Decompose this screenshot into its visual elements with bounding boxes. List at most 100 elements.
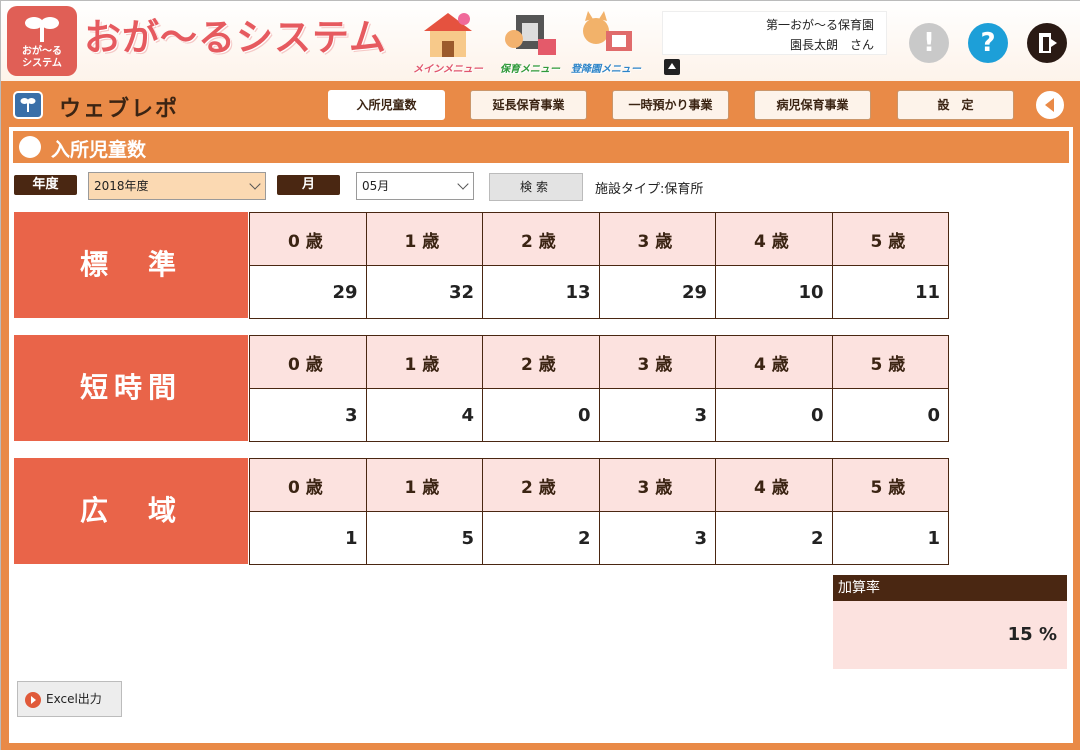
attendance-menu-button[interactable]: 登降園メニュー — [567, 9, 645, 75]
circle-icon — [19, 136, 41, 158]
age-header: 2 歳 — [482, 335, 600, 389]
age-header-row: 0 歳 1 歳 2 歳 3 歳 4 歳 5 歳 — [249, 335, 949, 389]
age-header: 0 歳 — [249, 458, 367, 512]
count-cell: 29 — [249, 265, 367, 319]
user-info: 第一おが～る保育園 園長太朗 さん — [662, 11, 887, 55]
count-cell: 3 — [249, 388, 367, 442]
age-header: 3 歳 — [598, 212, 716, 266]
age-header: 2 歳 — [482, 212, 600, 266]
collapse-header-button[interactable] — [664, 59, 680, 75]
count-cell: 29 — [598, 265, 716, 319]
main-menu-label: メインメニュー — [413, 64, 483, 75]
logout-icon[interactable] — [1027, 23, 1067, 63]
category-label: 短時間 — [14, 335, 248, 441]
age-header: 4 歳 — [715, 458, 833, 512]
subnav-title: ウェブレポ — [59, 97, 180, 122]
tab-sick-child-care[interactable]: 病児保育事業 — [754, 90, 871, 120]
logo-text: おが～る システム — [22, 46, 62, 69]
category-label: 広 域 — [14, 458, 248, 564]
age-header: 2 歳 — [482, 458, 600, 512]
count-row: 29 32 13 29 10 11 — [249, 265, 949, 319]
tab-enrolled-children[interactable]: 入所児童数 — [328, 90, 445, 120]
count-cell: 1 — [831, 511, 949, 565]
nursery-menu-label: 保育メニュー — [500, 64, 560, 75]
cat-camera-icon — [583, 11, 632, 51]
age-header: 5 歳 — [831, 458, 949, 512]
calendar-child-icon — [505, 15, 556, 55]
excel-export-button[interactable]: Excel出力 — [17, 681, 122, 717]
count-cell: 2 — [482, 511, 600, 565]
attendance-menu-label: 登降園メニュー — [571, 64, 641, 75]
table-short-time: 短時間 0 歳 1 歳 2 歳 3 歳 4 歳 5 歳 3 4 0 3 0 0 — [14, 335, 949, 443]
age-header: 3 歳 — [598, 458, 716, 512]
age-header: 1 歳 — [365, 335, 483, 389]
count-cell: 4 — [365, 388, 483, 442]
facility-type: 施設タイプ:保育所 — [595, 182, 704, 197]
count-cell: 13 — [482, 265, 600, 319]
month-select-value: 05月 — [362, 179, 390, 193]
facility-name: 第一おが～る保育園 — [765, 18, 874, 32]
count-cell: 10 — [715, 265, 833, 319]
age-count-table: 0 歳 1 歳 2 歳 3 歳 4 歳 5 歳 29 32 13 29 10 1… — [249, 212, 949, 319]
age-header: 5 歳 — [831, 212, 949, 266]
help-icon[interactable]: ? — [968, 23, 1008, 63]
category-label: 標 準 — [14, 212, 248, 318]
count-cell: 1 — [249, 511, 367, 565]
tab-temporary-care[interactable]: 一時預かり事業 — [612, 90, 729, 120]
arrow-right-icon — [25, 692, 41, 708]
webrepo-logo — [13, 91, 43, 119]
app-logo[interactable]: おが～る システム — [7, 6, 77, 76]
content-panel: 入所児童数 年度 2018年度 月 05月 検索 施設タイプ:保育所 標 準 0… — [9, 127, 1073, 743]
rate-label: 加算率 — [833, 575, 1067, 601]
door-icon — [1039, 33, 1057, 53]
rate-value: 15 % — [833, 601, 1067, 669]
house-icon — [424, 13, 472, 57]
table-wide-area: 広 域 0 歳 1 歳 2 歳 3 歳 4 歳 5 歳 1 5 2 3 2 1 — [14, 458, 949, 566]
chevron-down-icon — [457, 178, 469, 190]
count-row: 3 4 0 3 0 0 — [249, 388, 949, 442]
year-label: 年度 — [14, 175, 77, 195]
search-button[interactable]: 検索 — [489, 173, 583, 201]
age-header: 0 歳 — [249, 212, 367, 266]
count-cell: 3 — [598, 388, 716, 442]
excel-export-label: Excel出力 — [46, 692, 102, 706]
count-cell: 5 — [365, 511, 483, 565]
count-cell: 11 — [831, 265, 949, 319]
app-title: おが～るシステム — [84, 16, 387, 59]
sprout-icon — [20, 98, 36, 112]
age-header: 1 歳 — [365, 458, 483, 512]
age-header: 3 歳 — [598, 335, 716, 389]
age-count-table: 0 歳 1 歳 2 歳 3 歳 4 歳 5 歳 3 4 0 3 0 0 — [249, 335, 949, 442]
count-cell: 0 — [715, 388, 833, 442]
section-title: 入所児童数 — [51, 139, 147, 161]
age-header: 4 歳 — [715, 212, 833, 266]
section-header: 入所児童数 — [13, 131, 1069, 163]
main-menu-button[interactable]: メインメニュー — [409, 9, 487, 75]
tab-settings[interactable]: 設 定 — [897, 90, 1014, 120]
sprout-icon — [25, 17, 59, 42]
month-select[interactable]: 05月 — [356, 172, 474, 200]
count-cell: 2 — [715, 511, 833, 565]
age-header: 1 歳 — [365, 212, 483, 266]
user-name: 園長太朗 さん — [789, 38, 874, 52]
age-header: 4 歳 — [715, 335, 833, 389]
alert-icon[interactable]: ! — [909, 23, 949, 63]
age-header-row: 0 歳 1 歳 2 歳 3 歳 4 歳 5 歳 — [249, 212, 949, 266]
tab-extended-care[interactable]: 延長保育事業 — [470, 90, 587, 120]
count-cell: 32 — [365, 265, 483, 319]
age-header: 0 歳 — [249, 335, 367, 389]
age-count-table: 0 歳 1 歳 2 歳 3 歳 4 歳 5 歳 1 5 2 3 2 1 — [249, 458, 949, 565]
count-cell: 0 — [831, 388, 949, 442]
year-select[interactable]: 2018年度 — [88, 172, 266, 200]
chevron-down-icon — [249, 178, 261, 190]
age-header: 5 歳 — [831, 335, 949, 389]
month-label: 月 — [277, 175, 340, 195]
count-cell: 0 — [482, 388, 600, 442]
nursery-menu-button[interactable]: 保育メニュー — [491, 9, 569, 75]
back-arrow-icon[interactable] — [1034, 89, 1066, 121]
count-row: 1 5 2 3 2 1 — [249, 511, 949, 565]
top-header: おが～る システム おが～るシステム メインメニュー 保育メニュー 登降園メニュ… — [1, 1, 1080, 81]
year-select-value: 2018年度 — [94, 179, 149, 193]
count-cell: 3 — [598, 511, 716, 565]
age-header-row: 0 歳 1 歳 2 歳 3 歳 4 歳 5 歳 — [249, 458, 949, 512]
